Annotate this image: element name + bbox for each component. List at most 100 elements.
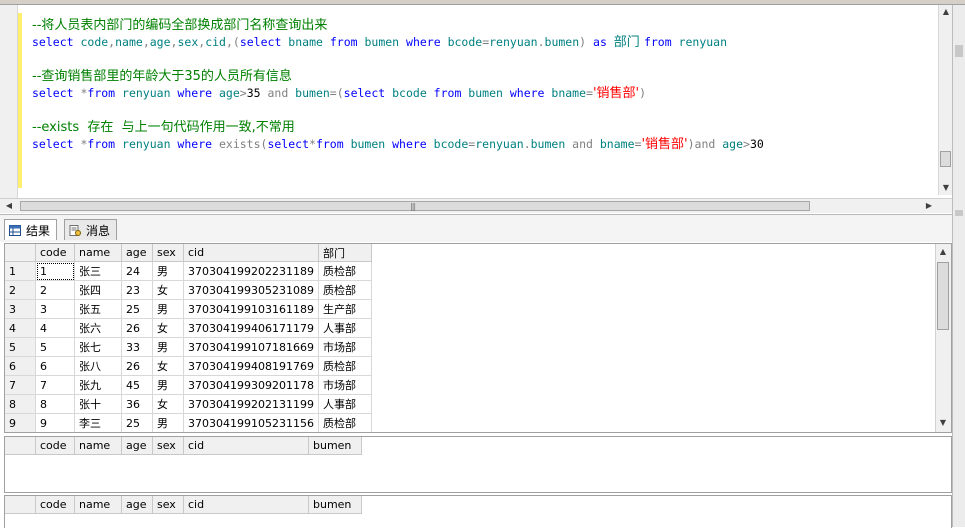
table-cell[interactable]: 张五 (74, 299, 122, 319)
column-header[interactable]: code (35, 244, 75, 262)
table-cell[interactable]: 45 (121, 375, 153, 395)
column-header[interactable]: sex (152, 244, 184, 262)
table-cell[interactable]: 质检部 (318, 356, 372, 376)
table-cell[interactable]: 张四 (74, 280, 122, 300)
column-header[interactable]: code (35, 496, 75, 514)
column-header[interactable]: bumen (308, 496, 362, 514)
table-cell[interactable]: 男 (152, 261, 184, 281)
tab-results[interactable]: 结果 (4, 219, 58, 240)
column-header[interactable]: sex (152, 496, 184, 514)
row-number[interactable]: 2 (5, 280, 36, 300)
row-header-corner[interactable] (5, 244, 36, 262)
scroll-up-icon[interactable]: ▲ (936, 245, 950, 259)
table-cell[interactable]: 2 (35, 280, 75, 300)
table-row[interactable]: 5 5 张七 33 男 370304199107181669 市场部 (5, 337, 372, 357)
scroll-up-icon[interactable]: ▲ (939, 5, 953, 19)
row-number[interactable]: 4 (5, 318, 36, 338)
scroll-thumb[interactable] (940, 151, 951, 167)
row-number[interactable]: 1 (5, 261, 36, 281)
table-cell[interactable]: 质检部 (318, 413, 372, 432)
code-line[interactable]: --将人员表内部门的编码全部换成部门名称查询出来 (32, 17, 764, 34)
table-cell[interactable]: 8 (35, 394, 75, 414)
table-cell[interactable]: 1 (35, 261, 75, 281)
table-cell[interactable]: 23 (121, 280, 153, 300)
table-row[interactable]: 2 2 张四 23 女 370304199305231089 质检部 (5, 280, 372, 300)
table-cell[interactable]: 女 (152, 318, 184, 338)
code-line[interactable]: select *from renyuan where exists(select… (32, 136, 764, 153)
table-row[interactable]: 9 9 李三 25 男 370304199105231156 质检部 (5, 413, 372, 432)
scroll-left-icon[interactable]: ◀ (2, 199, 16, 213)
table-cell[interactable]: 男 (152, 375, 184, 395)
tab-messages[interactable]: 消息 (64, 219, 118, 240)
column-header[interactable]: cid (183, 437, 309, 455)
row-header-corner[interactable] (5, 496, 36, 514)
table-cell[interactable]: 男 (152, 413, 184, 432)
row-number[interactable]: 8 (5, 394, 36, 414)
table-row[interactable]: 4 4 张六 26 女 370304199406171179 人事部 (5, 318, 372, 338)
column-header[interactable]: name (74, 437, 122, 455)
table-cell[interactable]: 370304199406171179 (183, 318, 319, 338)
query-editor[interactable]: --将人员表内部门的编码全部换成部门名称查询出来 select code,name… (0, 5, 952, 198)
table-row[interactable]: 6 6 张八 26 女 370304199408191769 质检部 (5, 356, 372, 376)
table-cell[interactable]: 人事部 (318, 394, 372, 414)
table-cell[interactable]: 370304199309201178 (183, 375, 319, 395)
table-cell[interactable]: 370304199408191769 (183, 356, 319, 376)
row-number[interactable]: 3 (5, 299, 36, 319)
results-grid-3[interactable]: code name age sex cid bumen (4, 495, 952, 528)
table-cell[interactable]: 李三 (74, 413, 122, 432)
column-header[interactable]: cid (183, 244, 319, 262)
table-cell[interactable]: 市场部 (318, 375, 372, 395)
table-cell[interactable]: 25 (121, 299, 153, 319)
scroll-down-icon[interactable]: ▼ (936, 416, 950, 430)
table-cell[interactable]: 张十 (74, 394, 122, 414)
table-cell[interactable]: 25 (121, 413, 153, 432)
table-cell[interactable]: 男 (152, 299, 184, 319)
scroll-down-icon[interactable]: ▼ (939, 181, 953, 195)
table-cell[interactable]: 26 (121, 356, 153, 376)
table-cell[interactable]: 质检部 (318, 261, 372, 281)
column-header[interactable]: age (121, 496, 153, 514)
row-number[interactable]: 6 (5, 356, 36, 376)
table-row[interactable]: 7 7 张九 45 男 370304199309201178 市场部 (5, 375, 372, 395)
table-cell[interactable]: 36 (121, 394, 153, 414)
table-cell[interactable]: 370304199305231089 (183, 280, 319, 300)
table-cell[interactable]: 4 (35, 318, 75, 338)
table-cell[interactable]: 男 (152, 337, 184, 357)
row-number[interactable]: 5 (5, 337, 36, 357)
code-line[interactable]: --exists 存在 与上一句代码作用一致,不常用 (32, 119, 764, 136)
column-header[interactable]: sex (152, 437, 184, 455)
code-line[interactable]: select code,name,age,sex,cid,(select bna… (32, 34, 764, 51)
column-header[interactable]: cid (183, 496, 309, 514)
table-cell[interactable]: 33 (121, 337, 153, 357)
table-cell[interactable]: 370304199103161189 (183, 299, 319, 319)
code-line[interactable]: --查询销售部里的年龄大于35的人员所有信息 (32, 68, 764, 85)
table-cell[interactable]: 370304199107181669 (183, 337, 319, 357)
table-cell[interactable]: 张八 (74, 356, 122, 376)
table-cell[interactable]: 人事部 (318, 318, 372, 338)
table-cell[interactable]: 6 (35, 356, 75, 376)
column-header[interactable]: 部门 (318, 244, 372, 262)
column-header[interactable]: code (35, 437, 75, 455)
table-cell[interactable]: 张九 (74, 375, 122, 395)
row-number[interactable]: 7 (5, 375, 36, 395)
grid-vertical-scrollbar[interactable]: ▲ ▼ (935, 244, 951, 432)
table-cell[interactable]: 7 (35, 375, 75, 395)
column-header[interactable]: name (74, 496, 122, 514)
results-grid-2[interactable]: code name age sex cid bumen (4, 436, 952, 493)
row-header-corner[interactable] (5, 437, 36, 455)
table-cell[interactable]: 370304199202231189 (183, 261, 319, 281)
table-cell[interactable]: 生产部 (318, 299, 372, 319)
sql-code[interactable]: --将人员表内部门的编码全部换成部门名称查询出来 select code,name… (32, 17, 764, 153)
scroll-thumb[interactable] (937, 262, 949, 330)
table-cell[interactable]: 女 (152, 280, 184, 300)
table-row[interactable]: 8 8 张十 36 女 370304199202131199 人事部 (5, 394, 372, 414)
table-row[interactable]: 3 3 张五 25 男 370304199103161189 生产部 (5, 299, 372, 319)
table-cell[interactable]: 370304199202131199 (183, 394, 319, 414)
table-cell[interactable]: 张七 (74, 337, 122, 357)
row-number[interactable]: 9 (5, 413, 36, 432)
table-cell[interactable]: 9 (35, 413, 75, 432)
table-cell[interactable]: 张三 (74, 261, 122, 281)
column-header[interactable]: name (74, 244, 122, 262)
table-cell[interactable]: 女 (152, 356, 184, 376)
table-cell[interactable]: 张六 (74, 318, 122, 338)
